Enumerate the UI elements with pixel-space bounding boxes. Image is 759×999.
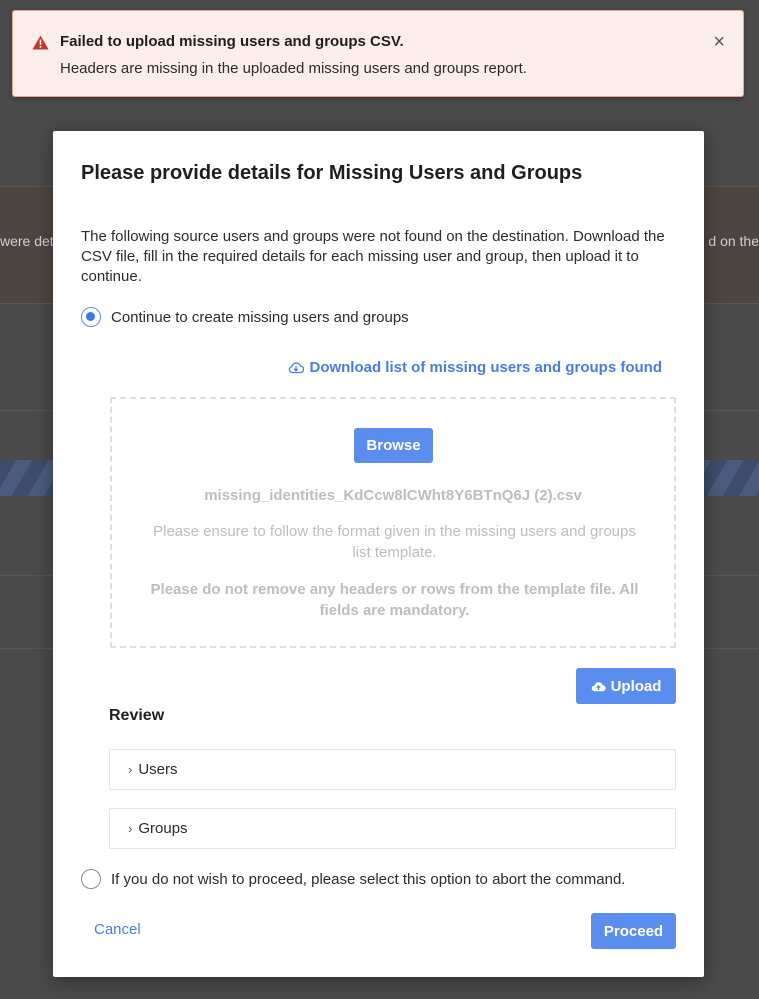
download-missing-list-link[interactable]: Download list of missing users and group… <box>288 359 662 376</box>
close-icon[interactable]: × <box>713 32 725 52</box>
review-groups-accordion[interactable]: › Groups <box>109 808 676 849</box>
abort-radio[interactable] <box>81 869 101 889</box>
upload-button-label: Upload <box>610 677 662 695</box>
cancel-button[interactable]: Cancel <box>94 921 141 938</box>
accordion-label-users: Users <box>138 761 178 778</box>
accordion-label-groups: Groups <box>138 820 188 837</box>
upload-button[interactable]: Upload <box>576 668 676 704</box>
file-dropzone[interactable]: Browse missing_identities_KdCcw8lCWht8Y6… <box>110 397 676 648</box>
toast-title: Failed to upload missing users and group… <box>60 33 404 50</box>
abort-option-label: If you do not wish to proceed, please se… <box>111 870 626 888</box>
chevron-right-icon: › <box>128 762 133 777</box>
selected-filename: missing_identities_KdCcw8lCWht8Y6BTnQ6J … <box>204 487 582 504</box>
mandatory-warning: Please do not remove any headers or rows… <box>150 581 639 619</box>
browse-button[interactable]: Browse <box>354 428 433 463</box>
proceed-button[interactable]: Proceed <box>591 913 676 949</box>
abort-option[interactable]: If you do not wish to proceed, please se… <box>81 869 625 889</box>
continue-option-label: Continue to create missing users and gro… <box>111 308 409 326</box>
review-users-accordion[interactable]: › Users <box>109 749 676 790</box>
dialog-title: Please provide details for Missing Users… <box>81 162 583 184</box>
review-heading: Review <box>109 707 165 724</box>
cloud-upload-icon <box>591 682 606 692</box>
continue-radio[interactable] <box>81 307 101 327</box>
error-toast: Failed to upload missing users and group… <box>12 10 744 97</box>
download-link-label: Download list of missing users and group… <box>309 359 662 376</box>
background-banner-text-right: d on the <box>708 233 759 249</box>
toast-message: Headers are missing in the uploaded miss… <box>60 60 527 77</box>
page: were det d on the Failed to upload missi… <box>0 0 759 999</box>
format-note: Please ensure to follow the format given… <box>153 523 636 561</box>
background-banner-text-left: were det <box>0 233 54 249</box>
missing-users-groups-dialog: Please provide details for Missing Users… <box>53 131 704 977</box>
cloud-download-icon <box>289 362 305 374</box>
continue-option[interactable]: Continue to create missing users and gro… <box>81 307 409 327</box>
warning-triangle-icon <box>32 35 49 50</box>
dialog-description: The following source users and groups we… <box>81 228 665 285</box>
chevron-right-icon: › <box>128 821 133 836</box>
